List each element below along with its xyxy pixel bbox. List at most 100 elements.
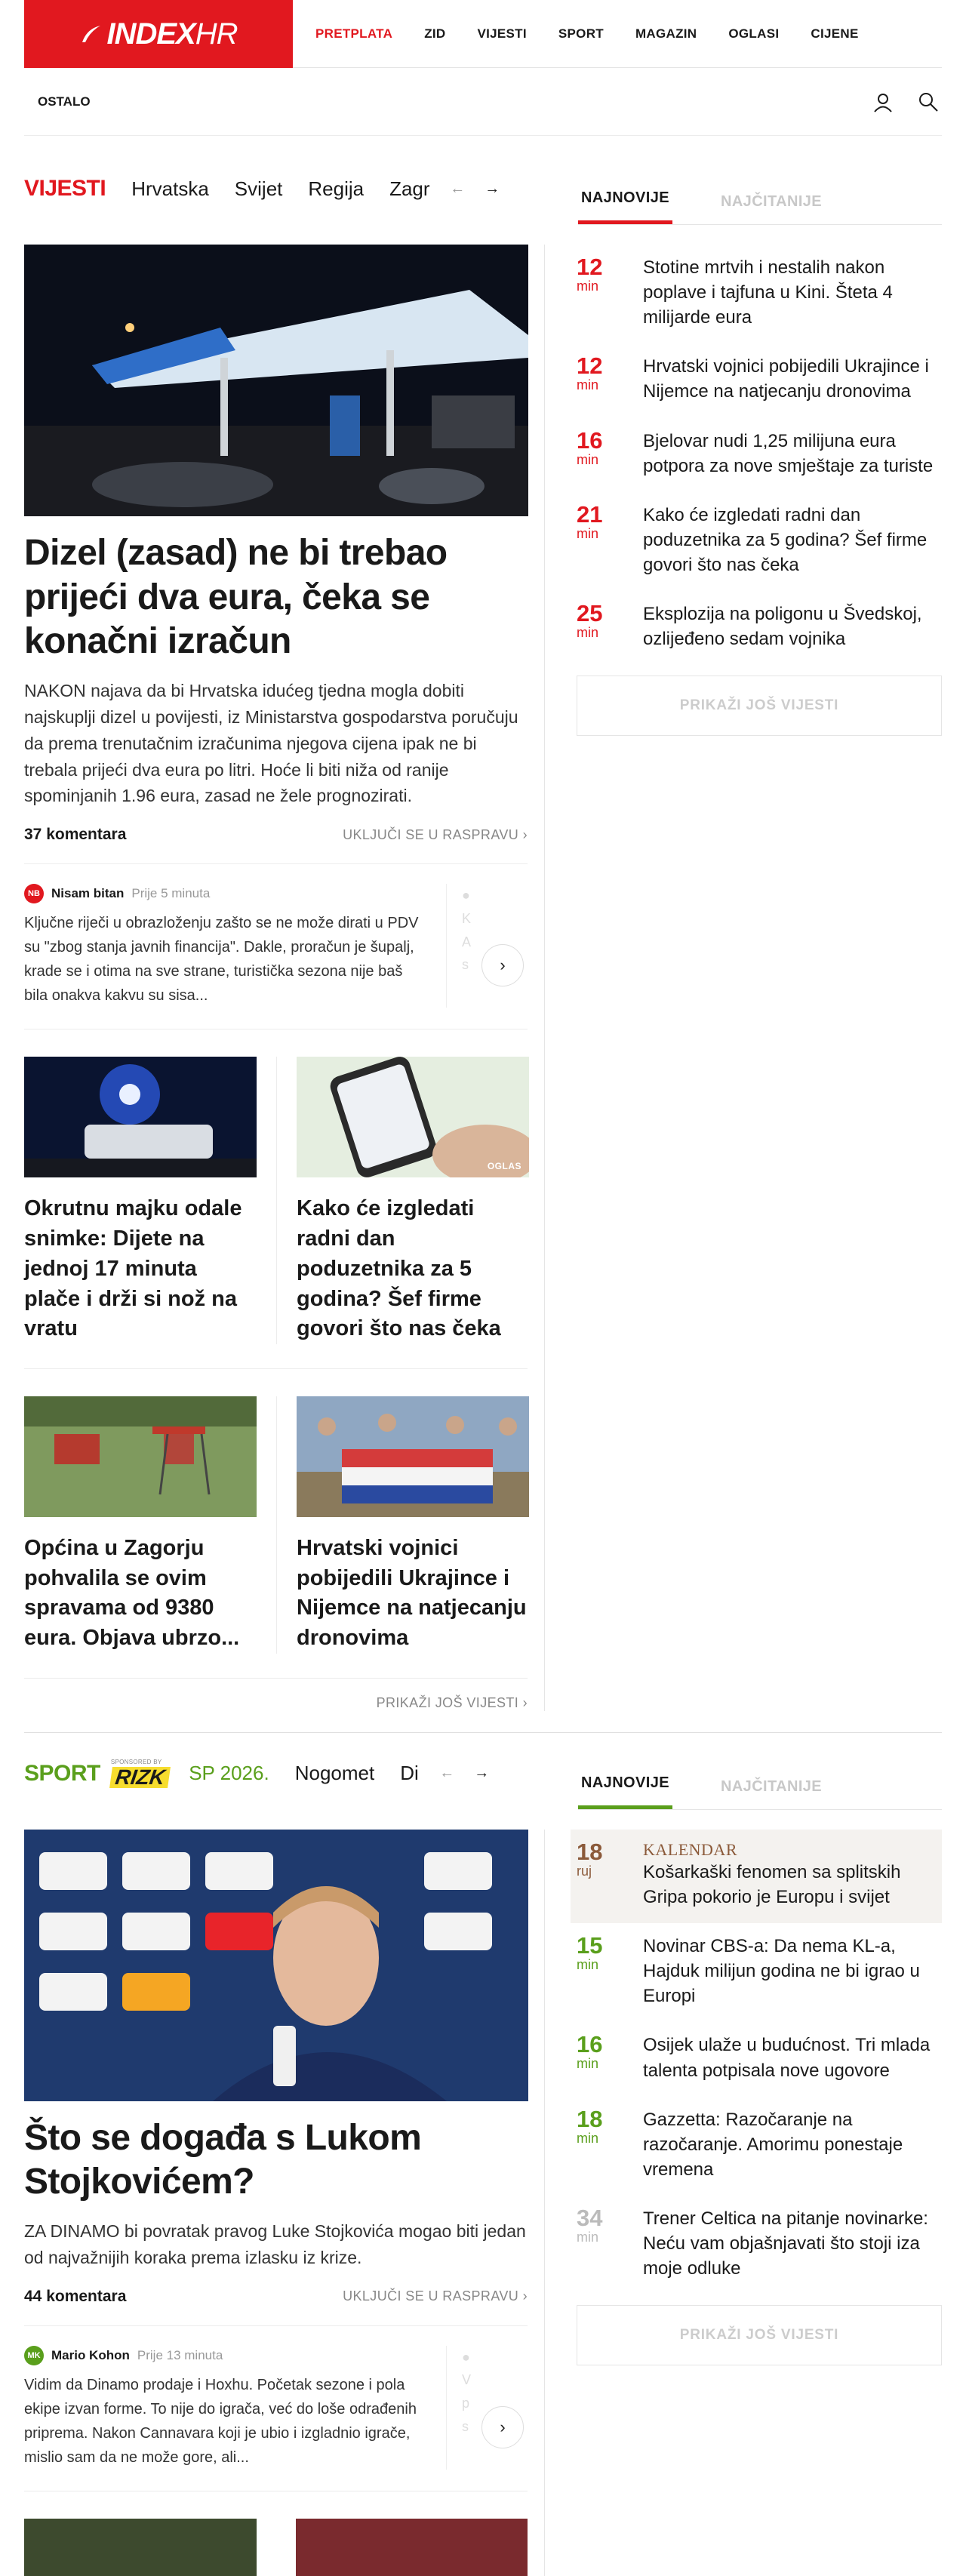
list-item-title[interactable]: Bjelovar nudi 1,25 milijuna eura potpora… xyxy=(643,429,942,479)
more-news-button[interactable]: PRIKAŽI JOŠ VIJESTI xyxy=(577,676,942,737)
tab-najnovije[interactable]: NAJNOVIJE xyxy=(578,189,672,224)
comment-preview: NB Nisam bitan Prije 5 minuta Ključne ri… xyxy=(24,884,528,1030)
article-card-title[interactable]: Okrutnu majku odale snimke: Dijete na je… xyxy=(24,1194,257,1344)
list-item-title[interactable]: Hrvatski vojnici pobijedili Ukrajince i … xyxy=(643,354,942,404)
lead-article-image[interactable] xyxy=(24,245,528,516)
subnav-item[interactable]: Di xyxy=(400,1762,419,1785)
comment-author[interactable]: Nisam bitan xyxy=(51,886,124,901)
news-section-title[interactable]: VIJESTI xyxy=(24,176,106,202)
next-comment-peek: ● K As xyxy=(462,888,472,973)
comment-text[interactable]: Vidim da Dinamo prodaje i Hoxhu. Početak… xyxy=(24,2373,429,2470)
article-card[interactable]: Okrutnu majku odale snimke: Dijete na je… xyxy=(24,1057,257,1344)
article-card-title[interactable]: Hrvatski vojnici pobijedili Ukrajince i … xyxy=(297,1534,528,1654)
lead-article-title[interactable]: Dizel (zasad) ne bi trebao prijeći dva e… xyxy=(24,531,528,664)
article-card-image[interactable] xyxy=(24,1057,257,1178)
article-card-title[interactable]: Kako će izgledati radni dan poduzetnika … xyxy=(297,1194,528,1344)
article-card-image[interactable] xyxy=(297,1396,529,1517)
nav-oglasi[interactable]: OGLASI xyxy=(728,26,779,42)
more-news-link[interactable]: PRIKAŽI JOŠ VIJESTI › xyxy=(24,1695,528,1711)
article-card[interactable]: OGLAS Kako će izgledati radni dan poduze… xyxy=(276,1057,529,1344)
sponsored-by-label: SPONSORED BY xyxy=(110,1758,162,1765)
time-unit: min xyxy=(577,2229,599,2245)
latest-sport-list: 18 ruj KALENDAR Košarkaški fenomen sa spl… xyxy=(545,1829,942,2576)
nav-cijene[interactable]: CIJENE xyxy=(811,26,858,42)
lead-article-image[interactable] xyxy=(24,1829,528,2101)
list-item-calendar[interactable]: 18 ruj KALENDAR Košarkaški fenomen sa spl… xyxy=(571,1829,942,1924)
chevron-right-icon: › xyxy=(500,2417,506,2436)
list-item[interactable]: 34 min Trener Celtica na pitanje novinark… xyxy=(577,2196,942,2294)
nav-sport[interactable]: SPORT xyxy=(558,26,604,42)
list-item[interactable]: 16 min Osijek ulaže u budućnost. Tri mlad… xyxy=(577,2022,942,2096)
sport-section-bar: SPORT SPONSORED BY RIZK SP 2026. Nogomet… xyxy=(24,1737,942,1810)
list-item[interactable]: 12 min Hrvatski vojnici pobijedili Ukraji… xyxy=(577,343,942,417)
next-comment-button[interactable]: › xyxy=(481,944,524,987)
subnav-item[interactable]: SP 2026. xyxy=(189,1762,269,1785)
sponsored-badge: OGLAS xyxy=(487,1161,521,1172)
nav-pretplata[interactable]: PRETPLATA xyxy=(315,26,392,42)
list-item[interactable]: 25 min Eksplozija na poligonu u Švedskoj,… xyxy=(577,591,942,665)
lead-article-title[interactable]: Što se događa s Lukom Stojkovićem? xyxy=(24,2116,528,2205)
comment-count[interactable]: 44 komentara xyxy=(24,2288,126,2306)
list-item[interactable]: 21 min Kako će izgledati radni dan poduze… xyxy=(577,492,942,591)
more-news-button[interactable]: PRIKAŽI JOŠ VIJESTI xyxy=(577,2305,942,2366)
arrow-left-icon[interactable]: ← xyxy=(439,1765,454,1782)
list-item-title[interactable]: Košarkaški fenomen sa splitskih Gripa po… xyxy=(643,1860,942,1910)
list-item-title[interactable]: Novinar CBS-a: Da nema KL-a, Hajduk mili… xyxy=(643,1934,942,2008)
article-card-image[interactable] xyxy=(24,2518,257,2576)
nav-ostalo[interactable]: OSTALO xyxy=(38,94,91,109)
time-value: 16 xyxy=(577,426,603,454)
list-item[interactable]: 18 min Gazzetta: Razočaranje na razočaran… xyxy=(577,2097,942,2196)
list-item-title[interactable]: Trener Celtica na pitanje novinarke: Neć… xyxy=(643,2206,942,2281)
site-logo[interactable]: INDEXHR xyxy=(24,0,293,68)
list-item-title[interactable]: Kako će izgledati radni dan poduzetnika … xyxy=(643,503,942,577)
tab-najcitanije[interactable]: NAJČITANIJE xyxy=(718,1778,825,1809)
subnav-item[interactable]: Nogomet xyxy=(295,1762,375,1785)
next-comment-button[interactable]: › xyxy=(481,2405,524,2448)
article-card-image[interactable] xyxy=(295,2518,528,2576)
comment-author[interactable]: Mario Kohon xyxy=(51,2348,130,2363)
logo-suffix: HR xyxy=(195,17,238,51)
list-item[interactable]: 16 min Bjelovar nudi 1,25 milijuna eura p… xyxy=(577,418,942,492)
list-item-title[interactable]: Eksplozija na poligonu u Švedskoj, ozlij… xyxy=(643,602,942,651)
article-card-image[interactable]: OGLAS xyxy=(297,1057,529,1178)
tab-najcitanije[interactable]: NAJČITANIJE xyxy=(718,193,825,224)
sport-section-title[interactable]: SPORT xyxy=(24,1761,100,1787)
subnav-item[interactable]: Hrvatska xyxy=(131,177,209,201)
comment-count[interactable]: 37 komentara xyxy=(24,826,126,844)
article-card-image[interactable] xyxy=(24,1396,257,1517)
subnav-item[interactable]: Zagr xyxy=(389,177,429,201)
arrow-left-icon[interactable]: ← xyxy=(450,180,465,198)
article-card[interactable]: Hrvatski vojnici pobijedili Ukrajince i … xyxy=(276,1396,529,1654)
list-item-title[interactable]: Stotine mrtvih i nestalih nakon poplave … xyxy=(643,255,942,330)
comment-text[interactable]: Ključne riječi u obrazloženju zašto se n… xyxy=(24,911,429,1008)
subnav-item[interactable]: Regija xyxy=(308,177,364,201)
list-item[interactable]: 15 min Novinar CBS-a: Da nema KL-a, Hajdu… xyxy=(577,1923,942,2022)
sub-header: OSTALO xyxy=(24,68,942,136)
time-value: 18 xyxy=(577,2105,603,2132)
list-item-title[interactable]: Gazzetta: Razočaranje na razočaranje. Am… xyxy=(643,2107,942,2182)
top-header: INDEXHR PRETPLATA ZID VIJESTI SPORT MAGA… xyxy=(24,0,942,68)
subnav-item[interactable]: Svijet xyxy=(235,177,283,201)
article-card-title[interactable]: Općina u Zagorju pohvalila se ovim sprav… xyxy=(24,1534,257,1654)
list-item-title[interactable]: Osijek ulaže u budućnost. Tri mlada tale… xyxy=(643,2033,942,2082)
article-card[interactable]: Općina u Zagorju pohvalila se ovim sprav… xyxy=(24,1396,257,1654)
join-discussion-link[interactable]: UKLJUČI SE U RASPRAVU › xyxy=(343,2288,528,2304)
news-subnav: Hrvatska Svijet Regija Zagr xyxy=(131,177,441,201)
arrow-right-icon[interactable]: → xyxy=(474,1765,489,1782)
time-value: 21 xyxy=(577,500,603,528)
top-nav: PRETPLATA ZID VIJESTI SPORT MAGAZIN OGLA… xyxy=(315,0,891,67)
nav-magazin[interactable]: MAGAZIN xyxy=(635,26,697,42)
arrow-right-icon[interactable]: → xyxy=(485,180,500,198)
next-comment-peek: ● Vp s xyxy=(462,2349,472,2434)
time-unit: min xyxy=(577,279,599,294)
nav-zid[interactable]: ZID xyxy=(424,26,445,42)
search-icon[interactable] xyxy=(918,91,939,112)
sponsor-block[interactable]: SPONSORED BY RIZK xyxy=(109,1758,171,1789)
nav-vijesti[interactable]: VIJESTI xyxy=(477,26,526,42)
join-discussion-link[interactable]: UKLJUČI SE U RASPRAVU › xyxy=(343,827,528,843)
time-unit: min xyxy=(577,625,599,641)
tab-najnovije[interactable]: NAJNOVIJE xyxy=(578,1774,672,1809)
list-item[interactable]: 12 min Stotine mrtvih i nestalih nakon po… xyxy=(577,245,942,343)
user-icon[interactable] xyxy=(872,91,894,112)
time-unit: min xyxy=(577,451,599,467)
